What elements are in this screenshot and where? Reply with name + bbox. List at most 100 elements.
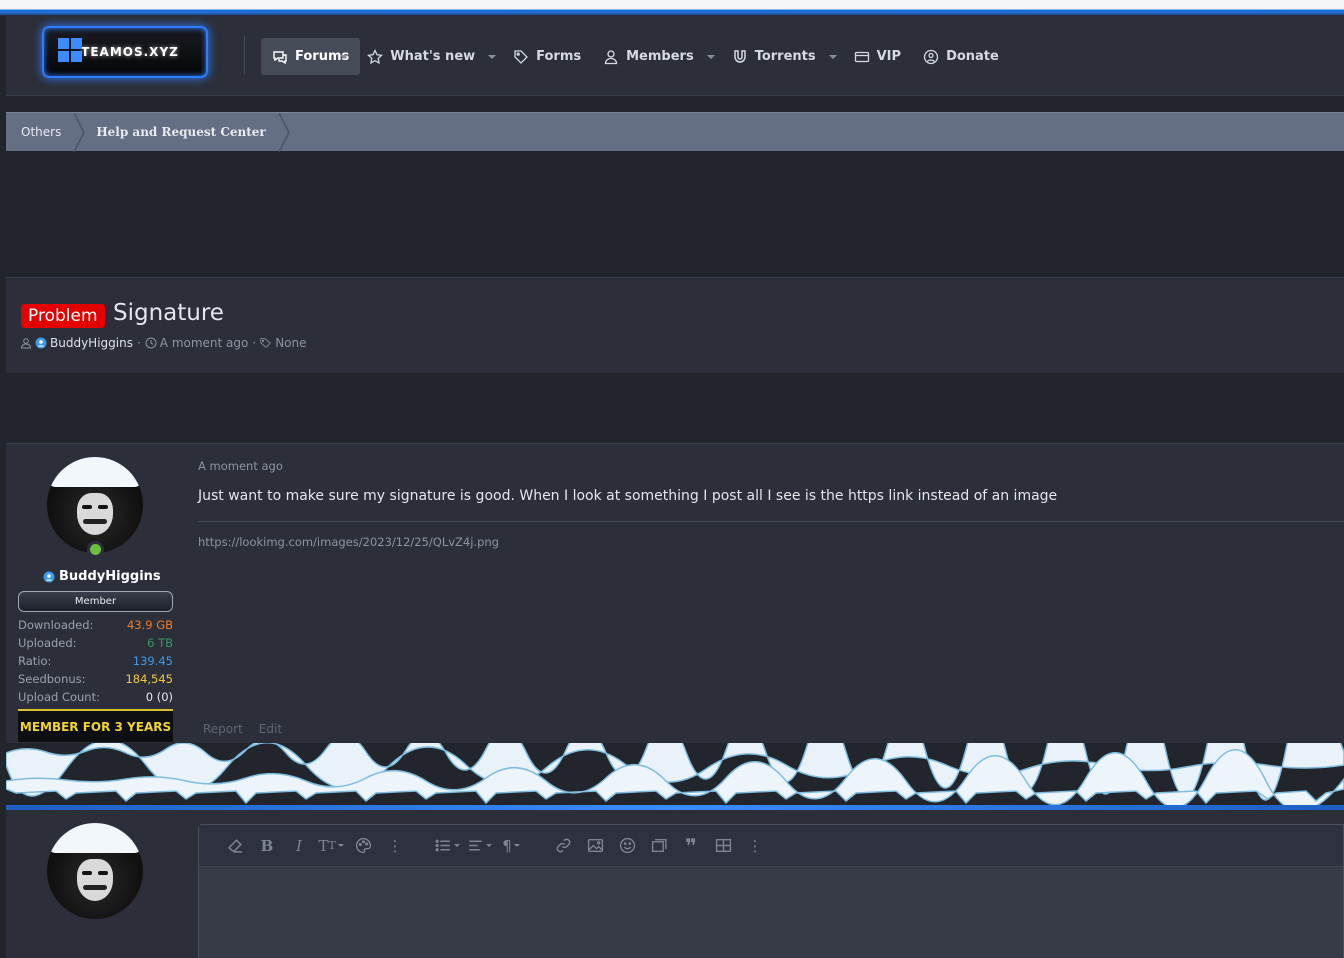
thread-date[interactable]: A moment ago — [160, 336, 249, 350]
snow-decoration — [6, 743, 1344, 808]
stat-label: Uploaded: — [18, 636, 77, 650]
chat-bubbles-icon — [273, 50, 287, 64]
stat-ratio: Ratio: 139.45 — [18, 652, 173, 670]
smiley-icon[interactable] — [611, 830, 643, 862]
stat-value: 139.45 — [132, 654, 173, 668]
bold-icon[interactable]: B — [251, 830, 283, 862]
main-nav: Forums What's new Forms Members Torrents… — [261, 38, 1010, 75]
media-icon[interactable] — [643, 830, 675, 862]
thread-tags: None — [275, 336, 307, 350]
text-size-icon[interactable]: TT — [315, 830, 347, 862]
reply-editor[interactable]: B I TT ⋮ ¶ ❞ ⋮ — [198, 824, 1344, 958]
site-logo[interactable]: TEAMOS.XYZ — [42, 26, 208, 78]
thread-meta: BuddyHiggins · A moment ago · None — [20, 336, 307, 350]
more-vertical-icon[interactable]: ⋮ — [379, 830, 411, 862]
nav-forms[interactable]: Forms — [502, 38, 592, 75]
post-date[interactable]: A moment ago — [198, 459, 283, 473]
align-icon[interactable] — [463, 830, 495, 862]
stat-value: 43.9 GB — [126, 618, 173, 632]
thread-header: Problem Signature BuddyHiggins · A momen… — [6, 277, 1344, 373]
user-stats: Downloaded: 43.9 GB Uploaded: 6 TB Ratio… — [18, 616, 173, 706]
clock-icon — [145, 337, 157, 349]
breadcrumb: Others Help and Request Center — [6, 112, 1344, 152]
user-icon — [604, 49, 618, 64]
list-icon[interactable] — [431, 830, 463, 862]
star-icon — [367, 48, 384, 64]
tags-icon — [260, 338, 272, 348]
site-header: TEAMOS.XYZ Forums What's new Forms Membe… — [6, 16, 1344, 96]
stat-label: Ratio: — [18, 654, 52, 668]
paragraph-icon[interactable]: ¶ — [495, 830, 527, 862]
nav-members[interactable]: Members — [592, 38, 705, 75]
nav-forums-dropdown[interactable] — [340, 54, 349, 59]
table-icon[interactable] — [707, 830, 739, 862]
user-circle-icon — [35, 337, 47, 349]
top-accent-line — [0, 0, 1344, 16]
tag-icon — [514, 49, 529, 64]
stat-downloaded: Downloaded: 43.9 GB — [18, 616, 173, 634]
stat-label: Upload Count: — [18, 690, 100, 704]
nav-torrents[interactable]: Torrents — [721, 38, 827, 75]
nav-whats-new-dropdown[interactable] — [488, 54, 497, 59]
nav-vip-label: VIP — [876, 49, 902, 64]
nav-whats-new-label: What's new — [390, 49, 476, 64]
stat-upload-count: Upload Count: 0 (0) — [18, 688, 173, 706]
logo-text: TEAMOS.XYZ — [81, 45, 179, 59]
online-status-icon — [87, 541, 104, 558]
nav-donate-label: Donate — [946, 49, 999, 64]
stat-label: Downloaded: — [18, 618, 94, 632]
thread-author[interactable]: BuddyHiggins — [50, 336, 133, 350]
post-message: BuddyHiggins Member Downloaded: 43.9 GB … — [6, 443, 1344, 748]
username-label: BuddyHiggins — [59, 569, 161, 584]
quick-reply: B I TT ⋮ ¶ ❞ ⋮ — [6, 810, 1344, 958]
thread-prefix-badge[interactable]: Problem — [21, 304, 105, 328]
header-divider — [244, 36, 245, 74]
page-title: Signature — [113, 300, 224, 326]
stat-uploaded: Uploaded: 6 TB — [18, 634, 173, 652]
user-circle-icon — [43, 571, 55, 582]
report-link[interactable]: Report — [203, 722, 243, 736]
avatar — [47, 823, 143, 919]
stat-label: Seedbonus: — [18, 672, 86, 686]
magnet-icon — [733, 49, 746, 63]
breadcrumb-item-help-request[interactable]: Help and Request Center — [76, 112, 290, 152]
italic-icon[interactable]: I — [283, 830, 315, 862]
signature-divider — [198, 521, 1344, 522]
credit-card-icon — [854, 51, 869, 62]
nav-donate[interactable]: Donate — [912, 38, 1010, 75]
member-for-badge: MEMBER FOR 3 YEARS — [18, 709, 173, 742]
post-actions: Report Edit — [203, 722, 282, 736]
stat-value: 6 TB — [147, 636, 173, 650]
edit-link[interactable]: Edit — [259, 722, 282, 736]
eraser-icon[interactable] — [219, 830, 251, 862]
nav-forms-label: Forms — [536, 49, 582, 64]
meta-separator: · — [252, 336, 257, 350]
post-username[interactable]: BuddyHiggins — [43, 569, 161, 584]
nav-vip[interactable]: VIP — [843, 38, 912, 75]
breadcrumb-label: Others — [21, 125, 62, 139]
post-body: Just want to make sure my signature is g… — [198, 488, 1058, 504]
avatar[interactable] — [47, 457, 143, 553]
stat-value: 0 (0) — [145, 690, 173, 704]
quote-icon[interactable]: ❞ — [675, 830, 707, 862]
user-outline-icon — [20, 338, 32, 349]
breadcrumb-chevron-icon — [278, 112, 290, 152]
stat-value: 184,545 — [125, 672, 173, 686]
breadcrumb-label: Help and Request Center — [96, 125, 266, 139]
signature-link[interactable]: https://lookimg.com/images/2023/12/25/QL… — [198, 535, 499, 549]
nav-torrents-label: Torrents — [754, 49, 816, 64]
meta-separator: · — [136, 336, 141, 350]
more-vertical-icon[interactable]: ⋮ — [739, 830, 771, 862]
nav-torrents-dropdown[interactable] — [828, 54, 837, 59]
nav-members-label: Members — [626, 49, 694, 64]
image-icon[interactable] — [579, 830, 611, 862]
windows-logo-icon — [58, 38, 84, 64]
donate-user-icon — [923, 49, 939, 64]
nav-whats-new[interactable]: What's new — [356, 38, 486, 75]
editor-toolbar: B I TT ⋮ ¶ ❞ ⋮ — [199, 825, 1343, 867]
user-rank-badge: Member — [18, 591, 173, 612]
breadcrumb-item-others[interactable]: Others — [6, 112, 86, 152]
nav-members-dropdown[interactable] — [706, 54, 715, 59]
palette-icon[interactable] — [347, 830, 379, 862]
link-icon[interactable] — [547, 830, 579, 862]
